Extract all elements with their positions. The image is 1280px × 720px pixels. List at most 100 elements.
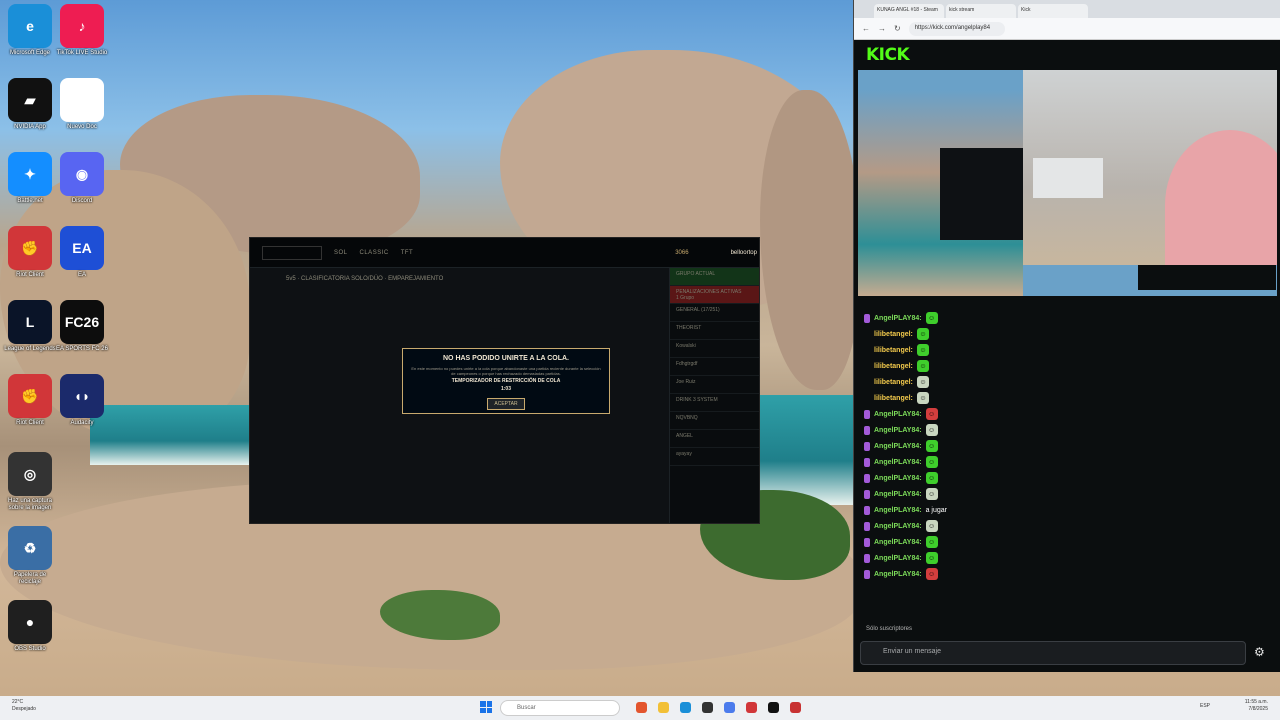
kick-logo[interactable]: KICK	[866, 45, 910, 65]
friend-list-item[interactable]: Joe Ruiz	[670, 376, 759, 394]
chat-username[interactable]: lilibetangel:	[874, 379, 913, 386]
browser-tab-strip: KUNAG ANGL #18 - Steam kick stream Kick	[854, 0, 1280, 18]
desktop-shortcut[interactable]: ● OBS Studio	[2, 600, 58, 653]
friend-list-item[interactable]: ayayay	[670, 448, 759, 466]
mic-badge-icon	[864, 378, 870, 387]
url-field[interactable]: https://kick.com/angelplay84	[908, 21, 1005, 36]
chat-username[interactable]: AngelPLAY84:	[874, 427, 922, 434]
taskbar-clock[interactable]: 11:55 a.m. 7/8/2025	[1245, 699, 1268, 713]
mic-badge-icon	[864, 330, 870, 339]
chat-username[interactable]: AngelPLAY84:	[874, 315, 922, 322]
desktop-shortcut-label: Papelera de reciclaje	[13, 572, 47, 585]
store-icon[interactable]	[702, 702, 713, 713]
lol-tab-tft[interactable]: TFT	[401, 250, 414, 256]
tiktok-icon: ♪	[60, 4, 104, 48]
friend-list-item[interactable]: Kowalski	[670, 340, 759, 358]
edge-taskbar-icon[interactable]	[680, 702, 691, 713]
chat-emote-icon: ☺	[925, 568, 938, 580]
desktop-shortcut[interactable]: ✦ Battle.net	[2, 152, 58, 205]
queue-error-dialog: NO HAS PODIDO UNIRTE A LA COLA. En este …	[402, 348, 610, 414]
chat-message: AngelPLAY84: ☺	[864, 518, 1277, 534]
chat-username[interactable]: lilibetangel:	[874, 347, 913, 354]
recycle-bin-icon: ♻	[8, 526, 52, 570]
desktop-shortcut-label: Riot Client	[16, 272, 44, 278]
friend-list-item[interactable]: NQVBNQ	[670, 412, 759, 430]
desktop-shortcut[interactable]: FC26 EA SPORTS FC 26	[54, 300, 110, 353]
currency-value: 3066	[675, 249, 689, 256]
lol-top-bar: SOL CLASSIC TFT 3066 belloortop	[250, 238, 759, 268]
file-explorer-icon[interactable]	[658, 702, 669, 713]
desktop-shortcut-label: Microsoft Edge	[9, 50, 51, 56]
copilot-icon[interactable]	[636, 702, 647, 713]
chat-username[interactable]: lilibetangel:	[874, 395, 913, 402]
taskbar-search[interactable]: Buscar	[500, 700, 620, 716]
mic-badge-icon	[864, 457, 870, 467]
chat-message: lilibetangel: ☺	[864, 374, 1277, 390]
friend-list-item[interactable]: ANGEL	[670, 430, 759, 448]
desktop-shortcut[interactable]: EA EA	[54, 226, 110, 279]
chat-username[interactable]: AngelPLAY84:	[874, 571, 922, 578]
desktop-shortcut[interactable]: ♻ Papelera de reciclaje	[2, 526, 58, 586]
nvidia-icon: ▰	[8, 78, 52, 122]
friend-list-item[interactable]: THEORIST	[670, 322, 759, 340]
forward-icon[interactable]: →	[878, 24, 886, 33]
chat-input[interactable]: Enviar un mensaje	[860, 641, 1246, 665]
browser-tab-3[interactable]: Kick	[1018, 4, 1088, 18]
stream-video[interactable]	[858, 70, 1277, 296]
chat-emote-icon: ☺	[925, 472, 938, 484]
mic-badge-icon	[864, 521, 870, 531]
discord-icon: ◉	[60, 152, 104, 196]
chat-username[interactable]: AngelPLAY84:	[874, 475, 922, 482]
kick-header: KICK	[858, 40, 1018, 70]
desktop-shortcut[interactable]: e Microsoft Edge	[2, 4, 58, 57]
chat-username[interactable]: AngelPLAY84:	[874, 523, 922, 530]
browser-tab-2[interactable]: kick stream	[946, 4, 1016, 18]
friend-list-item[interactable]: Fdhgtrgdf	[670, 358, 759, 376]
back-icon[interactable]: ←	[862, 24, 870, 33]
desktop-shortcut[interactable]: ◉ Discord	[54, 152, 110, 205]
desktop-shortcut[interactable]: Nuevo Doc	[54, 78, 110, 131]
chat-username[interactable]: AngelPLAY84:	[874, 411, 922, 418]
desktop-shortcut[interactable]: ◖◗ Audacity	[54, 374, 110, 427]
desktop-shortcut[interactable]: ✊ Riot Client	[2, 226, 58, 279]
chat-username[interactable]: lilibetangel:	[874, 331, 913, 338]
lol-tab-classic[interactable]: CLASSIC	[360, 250, 389, 256]
play-button[interactable]	[262, 245, 322, 260]
chat-username[interactable]: lilibetangel:	[874, 363, 913, 370]
lol-tab-sol[interactable]: SOL	[334, 250, 348, 256]
desktop-shortcut[interactable]: ◎ Haz una captura sobre la imagen	[2, 452, 58, 512]
chat-emote-icon: ☺	[916, 392, 929, 404]
riot-taskbar-icon[interactable]	[746, 702, 757, 713]
settings-taskbar-icon[interactable]	[724, 702, 735, 713]
chat-panel: AngelPLAY84: ☺ lilibetangel: ☺ lilibetangel:…	[858, 306, 1277, 646]
league-icon: L	[8, 300, 52, 344]
browser-tab-1[interactable]: KUNAG ANGL #18 - Steam	[874, 4, 944, 18]
chat-username[interactable]: AngelPLAY84:	[874, 507, 922, 514]
league-client-window[interactable]: SOL CLASSIC TFT 3066 belloortop 5v5 · CL…	[249, 237, 760, 524]
desktop-shortcut[interactable]: ✊ Riot Client	[2, 374, 58, 427]
language-indicator[interactable]: ESP	[1200, 703, 1210, 709]
friend-list-item[interactable]: DRINK 3 SYSTEM	[670, 394, 759, 412]
mic-badge-icon	[864, 394, 870, 403]
chat-username[interactable]: AngelPLAY84:	[874, 459, 922, 466]
browser-window: KUNAG ANGL #18 - Steam kick stream Kick …	[853, 0, 1280, 672]
battlenet-icon: ✦	[8, 152, 52, 196]
desktop-shortcut-label: Battle.net	[17, 198, 43, 204]
desktop-shortcut-label: EA	[77, 272, 86, 278]
accept-button[interactable]: ACEPTAR	[487, 398, 525, 410]
chat-username[interactable]: AngelPLAY84:	[874, 555, 922, 562]
chat-emote-icon: ☺	[925, 552, 938, 564]
start-icon[interactable]	[480, 701, 492, 713]
chat-username[interactable]: AngelPLAY84:	[874, 491, 922, 498]
weather-widget[interactable]: 22°C Despejado	[12, 699, 36, 713]
chrome-taskbar-icon[interactable]	[790, 702, 801, 713]
nvidia-taskbar-icon[interactable]	[768, 702, 779, 713]
chat-settings-icon[interactable]: ⚙	[1254, 645, 1265, 659]
desktop-shortcut[interactable]: ♪ TikTok LIVE Studio	[54, 4, 110, 57]
desktop-shortcut[interactable]: ▰ NVIDIA App	[2, 78, 58, 131]
mic-badge-icon	[864, 409, 870, 419]
reload-icon[interactable]: ↻	[894, 24, 901, 33]
chat-username[interactable]: AngelPLAY84:	[874, 539, 922, 546]
desktop-shortcut[interactable]: L League of Legends	[2, 300, 58, 353]
chat-username[interactable]: AngelPLAY84:	[874, 443, 922, 450]
